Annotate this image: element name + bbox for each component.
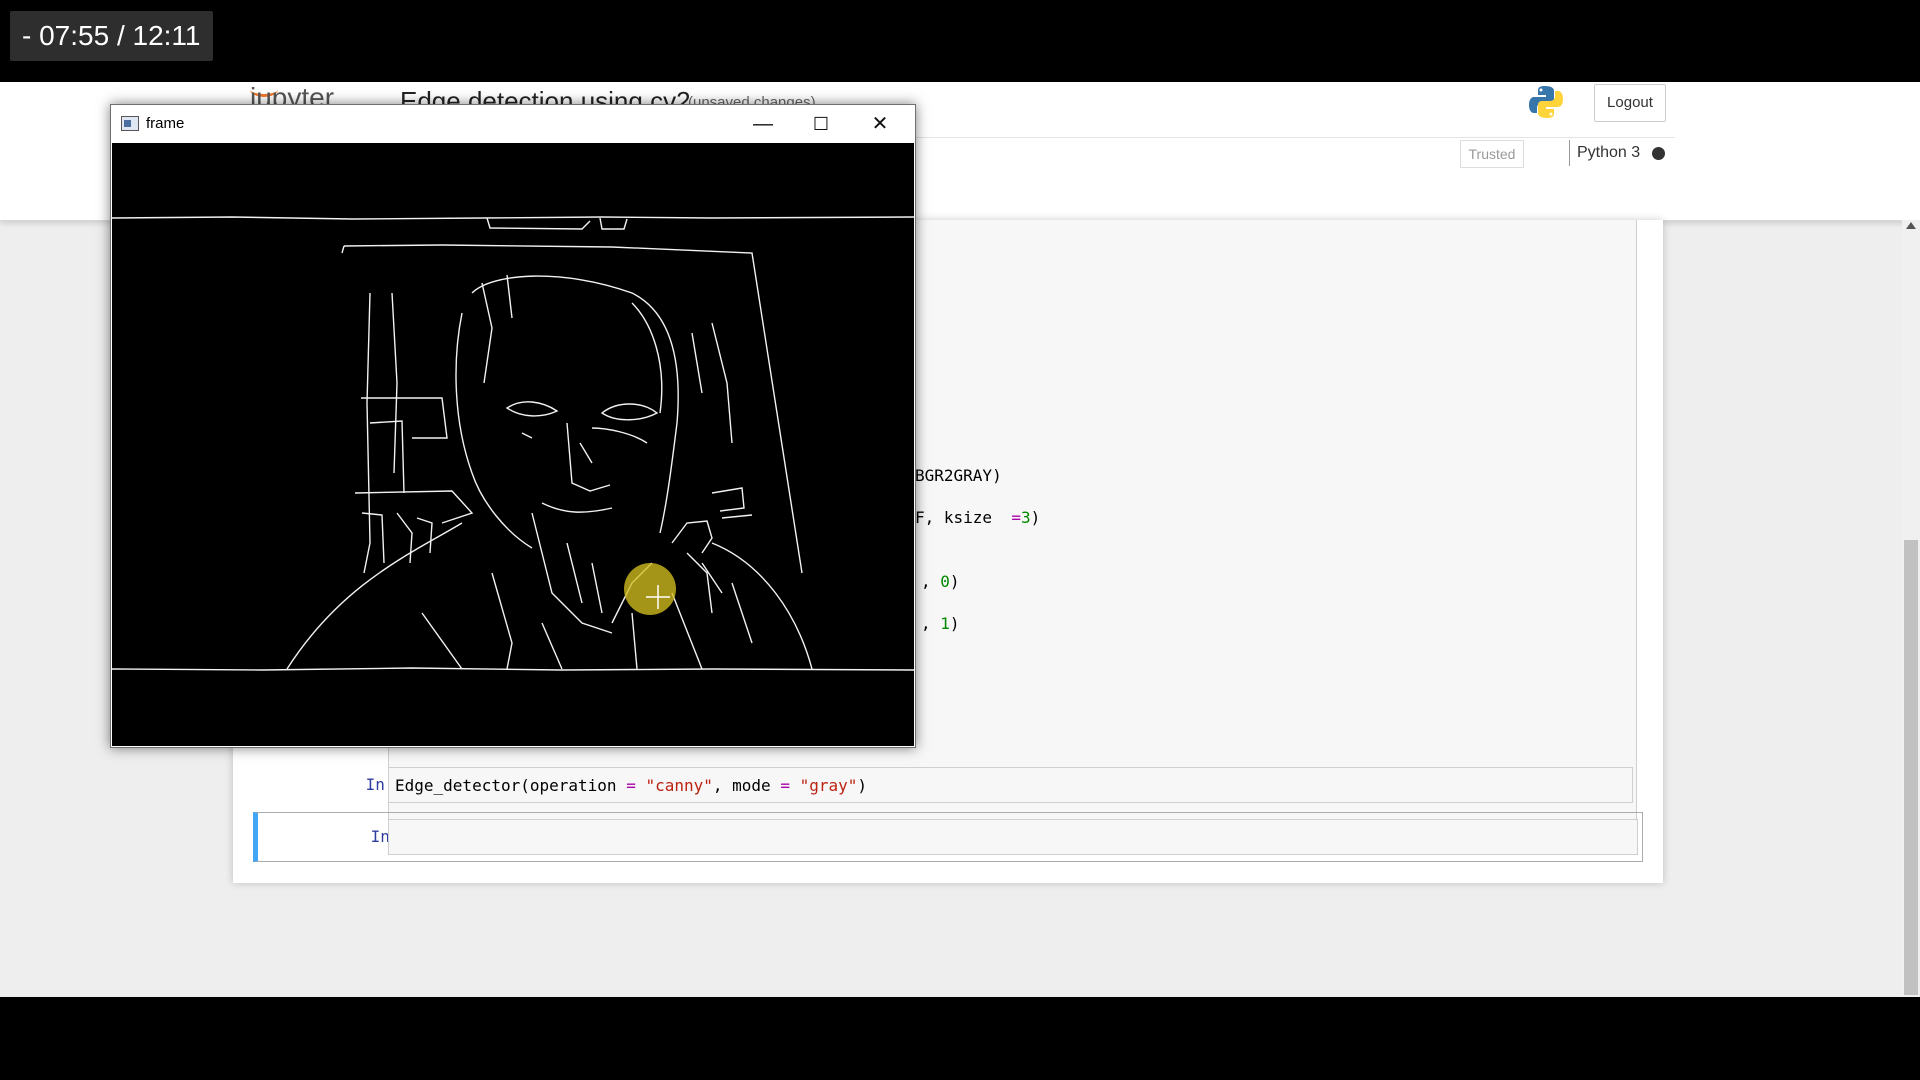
canny-edge-drawing <box>111 216 915 671</box>
code-cell-selected[interactable]: In [ ]: <box>253 812 1643 862</box>
scrollbar-thumb[interactable] <box>1904 540 1918 995</box>
code-line: F, ksize =3) <box>915 508 1041 527</box>
logout-button[interactable]: Logout <box>1594 84 1666 122</box>
code-line: , 1) <box>921 614 960 633</box>
code-cell[interactable]: In [*]: Edge_detector(operation = "canny… <box>253 767 1643 803</box>
kernel-separator <box>1569 140 1570 166</box>
video-top-bar: - 07:55 / 12:11 <box>0 0 1920 82</box>
video-timecode: - 07:55 / 12:11 <box>10 11 213 61</box>
video-bottom-bar <box>0 997 1920 1080</box>
window-app-icon <box>121 116 139 131</box>
cell-input[interactable]: Edge_detector(operation = "canny", mode … <box>388 767 1633 803</box>
frame-window-title: frame <box>146 115 185 132</box>
kernel-name[interactable]: Python 3 <box>1577 140 1640 166</box>
crosshair-cursor-icon <box>646 585 670 609</box>
toolbar-divider <box>915 137 1675 138</box>
code-line: , 0) <box>921 572 960 591</box>
cell-input-empty[interactable] <box>388 819 1638 855</box>
maximize-button[interactable]: ☐ <box>792 105 850 143</box>
minimize-button[interactable]: — <box>734 105 792 143</box>
frame-window[interactable]: frame — ☐ ✕ <box>110 104 916 748</box>
scroll-up-icon[interactable] <box>1906 222 1916 229</box>
trusted-indicator[interactable]: Trusted <box>1460 140 1524 168</box>
frame-titlebar[interactable]: frame — ☐ ✕ <box>111 105 915 143</box>
close-button[interactable]: ✕ <box>851 105 909 143</box>
kernel-status-icon <box>1652 147 1665 160</box>
edge-detection-output-image <box>111 143 915 746</box>
python-logo-icon <box>1529 86 1563 118</box>
code-line: BGR2GRAY) <box>915 466 1002 485</box>
